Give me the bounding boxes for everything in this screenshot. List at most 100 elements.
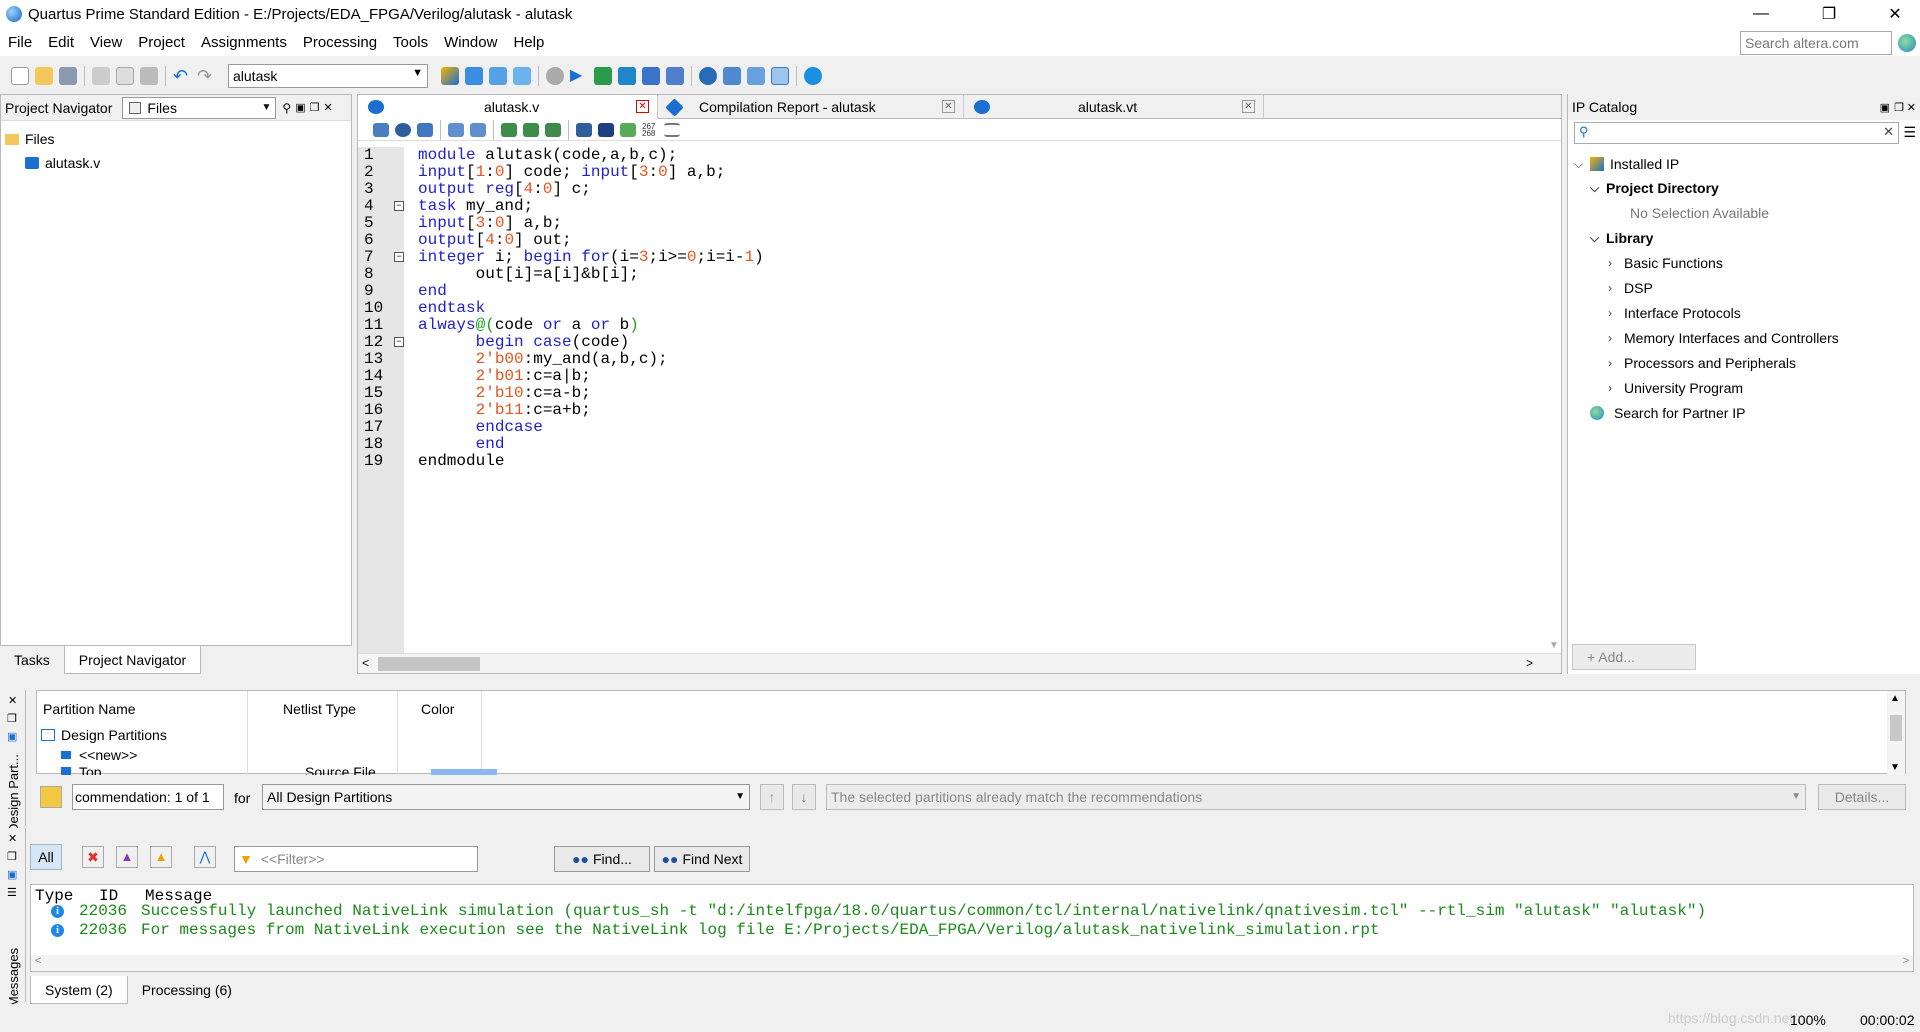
pin-planner-icon[interactable] xyxy=(441,67,459,85)
search-altera-input[interactable]: Search altera.com xyxy=(1740,31,1892,55)
chip-planner-icon[interactable] xyxy=(513,67,531,85)
ip-catalog-icon[interactable] xyxy=(771,67,789,85)
fold-toggle-icon[interactable]: − xyxy=(394,337,404,347)
close-button[interactable]: ✕ xyxy=(1872,0,1918,28)
unindent-icon[interactable] xyxy=(470,122,486,137)
menu-file[interactable]: File xyxy=(0,34,40,51)
warning-filter-icon[interactable]: ▲ xyxy=(150,846,172,868)
pin-icon[interactable]: ▣ xyxy=(7,868,17,881)
view-select[interactable]: Files ▼ xyxy=(122,96,277,119)
float-icon[interactable]: ❐ xyxy=(7,712,17,725)
tab-alutask-vt[interactable]: alutask.vt ✕ xyxy=(964,95,1264,119)
code-line[interactable]: 10 endtask xyxy=(364,300,1547,317)
ip-category-university-program[interactable]: › University Program xyxy=(1608,380,1743,396)
partition-top-row[interactable]: Top Source File xyxy=(61,767,501,775)
menu-help[interactable]: Help xyxy=(505,34,552,51)
scroll-left-icon[interactable]: < xyxy=(35,955,41,967)
filter-all-button[interactable]: All xyxy=(30,844,62,870)
close-icon[interactable]: ✕ xyxy=(8,694,17,707)
chat-icon[interactable] xyxy=(804,67,822,85)
messages-horizontal-scrollbar[interactable]: < > xyxy=(31,955,1913,971)
menu-tools[interactable]: Tools xyxy=(385,34,436,51)
scroll-down-icon[interactable]: ▼ xyxy=(1549,640,1559,651)
close-icon[interactable]: ✕ xyxy=(8,832,17,845)
tab-tasks[interactable]: Tasks xyxy=(0,646,64,674)
pin-icon[interactable]: ▣ xyxy=(7,730,17,743)
ip-category-processors[interactable]: › Processors and Peripherals xyxy=(1608,355,1796,371)
search-icon[interactable]: ⚲ xyxy=(282,101,291,115)
suppressed-filter-icon[interactable]: ⋀ xyxy=(194,846,216,868)
message-row[interactable]: i 22036 For messages from NativeLink exe… xyxy=(31,921,1911,939)
comment-icon[interactable] xyxy=(598,122,614,137)
add-ip-button[interactable]: + Add... xyxy=(1572,644,1696,670)
fold-toggle-icon[interactable]: − xyxy=(394,201,404,211)
message-filter-input[interactable]: ▼ <<Filter>> xyxy=(234,846,478,872)
ip-category-dsp[interactable]: › DSP xyxy=(1608,280,1653,296)
code-line[interactable]: 3 output reg[4:0] c; xyxy=(364,181,1547,198)
uncomment-icon[interactable] xyxy=(620,122,636,137)
code-line[interactable]: 7 − integer i; begin for(i=3;i>=0;i=i-1) xyxy=(364,249,1547,266)
wrap-icon[interactable] xyxy=(664,122,680,137)
paste-icon[interactable] xyxy=(140,67,158,85)
code-line[interactable]: 2 input[1:0] code; input[3:0] a,b; xyxy=(364,164,1547,181)
editor-window-icon[interactable] xyxy=(373,122,389,137)
find-next-button[interactable]: ●● Find Next xyxy=(654,846,750,872)
ip-tree-installed[interactable]: ⌵ Installed IP xyxy=(1574,156,1679,172)
assembler-icon[interactable] xyxy=(642,67,660,85)
synthesis-icon[interactable] xyxy=(489,67,507,85)
ip-category-memory-interfaces[interactable]: › Memory Interfaces and Controllers xyxy=(1608,330,1839,346)
insert-template-icon[interactable] xyxy=(501,122,517,137)
recommendation-icon[interactable] xyxy=(40,786,62,808)
ip-category-interface-protocols[interactable]: › Interface Protocols xyxy=(1608,305,1741,321)
chip-icon[interactable] xyxy=(747,67,765,85)
scroll-left-icon[interactable]: < xyxy=(362,656,369,670)
code-line[interactable]: 13 2'b00:my_and(a,b,c); xyxy=(364,351,1547,368)
float-icon[interactable]: ❐ xyxy=(310,101,320,114)
ip-tree-project-directory[interactable]: ⌵ Project Directory xyxy=(1590,180,1719,196)
code-line[interactable]: 17 endcase xyxy=(364,419,1547,436)
code-line[interactable]: 6 output[4:0] out; xyxy=(364,232,1547,249)
copy-icon[interactable] xyxy=(116,67,134,85)
code-line[interactable]: 8 out[i]=a[i]&b[i]; xyxy=(364,266,1547,283)
scroll-right-icon[interactable]: > xyxy=(1903,955,1909,967)
close-icon[interactable]: ✕ xyxy=(1907,101,1916,114)
float-icon[interactable]: ❐ xyxy=(1894,101,1904,114)
editor-vertical-scrollbar[interactable]: ▼ xyxy=(1547,147,1561,653)
previous-arrow-icon[interactable]: ↑ xyxy=(760,784,784,810)
scroll-thumb[interactable] xyxy=(1890,715,1902,741)
bookmark-icon[interactable] xyxy=(576,122,592,137)
redo-icon[interactable]: ↷ xyxy=(197,67,215,85)
menu-edit[interactable]: Edit xyxy=(40,34,82,51)
tab-compilation-report[interactable]: Compilation Report - alutask ✕ xyxy=(658,95,964,119)
find-next-icon[interactable] xyxy=(417,122,433,137)
pin-icon[interactable]: ▣ xyxy=(295,101,305,114)
new-file-icon[interactable] xyxy=(11,67,29,85)
code-line[interactable]: 14 2'b01:c=a|b; xyxy=(364,368,1547,385)
critical-warning-filter-icon[interactable]: ▲ xyxy=(116,846,138,868)
code-line[interactable]: 16 2'b11:c=a+b; xyxy=(364,402,1547,419)
start-compilation-icon[interactable]: ▶ xyxy=(570,67,588,85)
indent-icon[interactable] xyxy=(448,122,464,137)
scroll-down-icon[interactable]: ▼ xyxy=(1890,762,1900,773)
globe-icon[interactable] xyxy=(1898,34,1916,52)
partition-scope-select[interactable]: All Design Partitions ▼ xyxy=(262,784,750,810)
analysis-icon[interactable] xyxy=(465,67,483,85)
programmer-icon[interactable] xyxy=(666,67,684,85)
ip-category-basic-functions[interactable]: › Basic Functions xyxy=(1608,255,1723,271)
menu-icon[interactable]: ☰ xyxy=(1903,124,1916,141)
line-numbers-icon[interactable]: 267 268 xyxy=(642,122,658,137)
code-line[interactable]: 9 end xyxy=(364,283,1547,300)
close-icon[interactable]: ✕ xyxy=(323,101,332,114)
pin-icon[interactable]: ▣ xyxy=(1880,101,1890,114)
tree-root[interactable]: Files xyxy=(5,131,55,147)
tree-file-item[interactable]: alutask.v xyxy=(25,155,100,171)
fold-toggle-icon[interactable]: − xyxy=(394,252,404,262)
tab-alutask-v[interactable]: alutask.v ✕ xyxy=(358,95,658,119)
code-line[interactable]: 15 2'b10:c=a-b; xyxy=(364,385,1547,402)
tab-project-navigator[interactable]: Project Navigator xyxy=(63,646,202,674)
find-button[interactable]: ●● Find... xyxy=(554,846,650,872)
close-tab-icon[interactable]: ✕ xyxy=(1242,100,1255,113)
close-tab-icon[interactable]: ✕ xyxy=(636,100,649,113)
scroll-right-icon[interactable]: > xyxy=(1526,656,1533,670)
save-icon[interactable] xyxy=(59,67,77,85)
